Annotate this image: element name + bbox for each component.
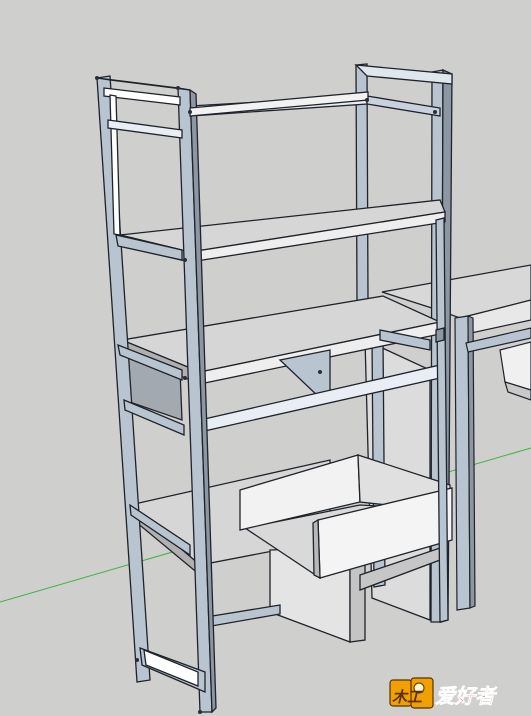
watermark-text: 爱好者 xyxy=(435,684,498,708)
watermark-wood-chars: 木工 xyxy=(392,688,424,706)
shelf-model-drawing: 木工 爱好者 xyxy=(0,63,531,714)
watermark-logo: 木工 爱好者 xyxy=(389,677,498,709)
sketchup-viewport[interactable]: 木工 爱好者 xyxy=(0,0,531,716)
